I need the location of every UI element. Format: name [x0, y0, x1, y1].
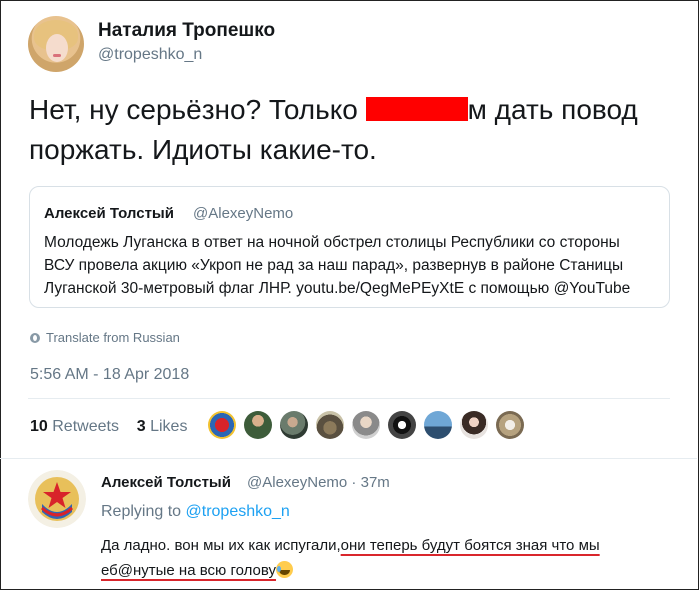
liker-avatar[interactable]	[388, 411, 416, 439]
reply-author-name[interactable]: Алексей Толстый	[101, 474, 231, 491]
quoted-tweet-text: Молодежь Луганска в ответ на ночной обст…	[44, 234, 631, 297]
reply-text-underlined-2: еб@нутые на всю голову	[101, 562, 277, 579]
globe-icon	[30, 333, 40, 343]
retweets-stat[interactable]: 10 Retweets	[30, 418, 119, 435]
redaction-box	[365, 97, 468, 121]
liker-avatar[interactable]	[424, 411, 452, 439]
tears-of-joy-emoji-icon	[276, 561, 294, 578]
reply-text-plain: Да ладно. вон мы их как испугали,	[101, 537, 341, 554]
liker-avatar[interactable]	[460, 411, 488, 439]
replying-to: Replying to @tropeshko_n	[101, 503, 290, 521]
liker-avatar[interactable]	[280, 411, 308, 439]
tweet-stats: 10 Retweets 3 Likes	[30, 418, 187, 436]
likes-count: 3	[136, 418, 146, 435]
likes-stat[interactable]: 3 Likes	[137, 418, 188, 435]
replying-label: Replying to	[101, 503, 186, 520]
liker-avatar[interactable]	[496, 411, 524, 439]
replying-handle-link[interactable]: @tropeshko_n	[186, 503, 290, 520]
translate-label: Translate from Russian	[46, 330, 180, 345]
reply-text-underlined-1: они теперь будут боятся зная что мы	[340, 537, 600, 554]
divider	[0, 458, 697, 459]
retweets-count: 10	[30, 418, 48, 435]
liker-avatar[interactable]	[352, 411, 380, 439]
lnr-emblem-icon	[28, 470, 86, 528]
reply-author-avatar[interactable]	[28, 470, 86, 528]
retweets-label: Retweets	[52, 418, 119, 435]
reply-age: · 37m	[347, 474, 390, 491]
translate-link[interactable]: Translate from Russian	[30, 330, 180, 345]
reply-handle: @AlexeyNemo	[247, 474, 348, 491]
liker-avatar[interactable]	[208, 411, 236, 439]
author-avatar[interactable]	[28, 16, 84, 72]
divider	[28, 398, 670, 399]
likes-label: Likes	[150, 418, 188, 435]
reply-author-handle[interactable]: @AlexeyNemo · 37m	[247, 474, 390, 491]
quoted-author-name: Алексей Толстый	[44, 205, 174, 222]
quoted-tweet-card[interactable]: Алексей Толстый @AlexeyNemo Молодежь Луг…	[29, 186, 670, 308]
liker-avatar[interactable]	[244, 411, 272, 439]
tweet-text-start: Нет, ну серьёзно? Только	[29, 94, 366, 125]
quoted-author-handle: @AlexeyNemo	[193, 205, 294, 222]
reply-text: Да ладно. вон мы их как испугали,они теп…	[101, 533, 661, 583]
liker-avatar[interactable]	[316, 411, 344, 439]
author-handle[interactable]: @tropeshko_n	[98, 46, 202, 64]
author-name[interactable]: Наталия Тропешко	[98, 20, 275, 42]
tweet-text: Нет, ну серьёзно? Только м дать повод по…	[29, 90, 669, 170]
tweet-timestamp[interactable]: 5:56 AM - 18 Apr 2018	[30, 366, 189, 384]
